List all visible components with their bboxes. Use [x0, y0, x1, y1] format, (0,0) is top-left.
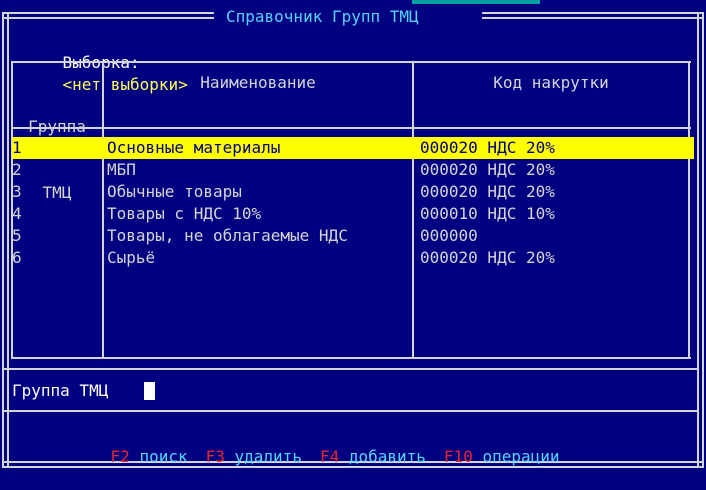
cell-name: Обычные товары — [107, 182, 242, 201]
cell-markup-code: 000020 НДС 20% — [420, 138, 555, 157]
cell-name: Сырьё — [107, 248, 156, 267]
f10-operations-key[interactable]: F10 операции — [444, 447, 560, 466]
cell-markup-code: 000020 НДС 20% — [420, 248, 555, 267]
f2-key-label: F2 — [110, 447, 130, 466]
cell-name: Товары, не облагаемые НДС — [107, 226, 348, 245]
table-bottom-border — [11, 357, 691, 359]
column-header-name: Наименование — [200, 73, 316, 92]
f2-search-key[interactable]: F2 поиск — [111, 447, 188, 466]
cell-markup-code: 000000 — [420, 226, 478, 245]
f10-action-label: операции — [482, 447, 560, 466]
cell-group: 3 — [12, 182, 22, 201]
cell-name: Основные материалы — [107, 138, 281, 157]
table-row[interactable]: 5 Товары, не облагаемые НДС 000000 — [12, 225, 694, 247]
top-strip-segment — [412, 0, 540, 4]
cell-name: Товары с НДС 10% — [107, 204, 262, 223]
table-row[interactable]: 3 Обычные товары 000020 НДС 20% — [12, 181, 694, 203]
table-top-border — [11, 61, 691, 63]
f3-action-label: удалить — [234, 447, 302, 466]
cell-markup-code: 000010 НДС 10% — [420, 204, 555, 223]
cell-group: 5 — [12, 226, 22, 245]
table-row[interactable]: 6 Сырьё 000020 НДС 20% — [12, 247, 694, 269]
f4-action-label: добавить — [348, 447, 426, 466]
frame-right — [697, 12, 704, 468]
tmc-group-directory-window: Справочник Групп ТМЦ Выборка: <нет выбор… — [0, 0, 706, 468]
column-header-markup-code: Код накрутки — [493, 73, 609, 92]
table-row[interactable]: 1 Основные материалы 000020 НДС 20% — [12, 137, 694, 159]
table-row[interactable]: 4 Товары с НДС 10% 000010 НДС 10% — [12, 203, 694, 225]
cell-group: 6 — [12, 248, 22, 267]
input-area-divider — [4, 368, 699, 370]
cell-group: 4 — [12, 204, 22, 223]
frame-left — [2, 12, 9, 468]
group-input-label: Группа ТМЦ — [12, 381, 109, 400]
frame-top-left — [2, 12, 214, 19]
group-input-cursor[interactable] — [144, 382, 155, 400]
f4-key-label: F4 — [319, 447, 340, 466]
frame-top-right — [482, 12, 704, 19]
table-row[interactable]: 2 МБП 000020 НДС 20% — [12, 159, 694, 181]
column-header-group-line1: Группа — [28, 117, 86, 136]
f3-key-label: F3 — [205, 447, 225, 466]
window-title: Справочник Групп ТМЦ — [226, 7, 419, 26]
f3-delete-key[interactable]: F3 удалить — [206, 447, 302, 466]
f4-add-key[interactable]: F4 добавить — [320, 447, 426, 466]
function-key-bar: F2 поиск F3 удалить F4 добавить F10 операци… — [72, 424, 560, 490]
cell-markup-code: 000020 НДС 20% — [420, 160, 555, 179]
cell-group: 2 — [12, 160, 22, 179]
cell-markup-code: 000020 НДС 20% — [420, 182, 555, 201]
f10-key-label: F10 — [443, 447, 473, 466]
function-keys-divider — [4, 410, 699, 412]
f2-action-label: поиск — [139, 447, 188, 466]
table-header-divider — [11, 127, 691, 129]
cell-group: 1 — [12, 138, 22, 157]
cell-name: МБП — [107, 160, 136, 179]
